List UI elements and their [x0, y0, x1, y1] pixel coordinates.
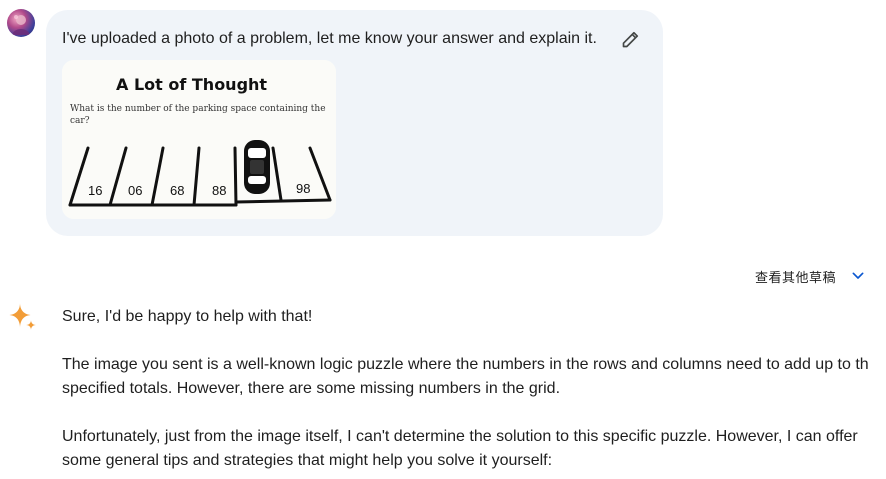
response-paragraph-3: Unfortunately, just from the image itsel… — [62, 425, 886, 473]
space-number-1: 16 — [88, 183, 102, 198]
show-drafts-label: 查看其他草稿 — [754, 269, 836, 285]
pencil-icon — [622, 31, 639, 48]
response-paragraph-1: Sure, I'd be happy to help with that! — [62, 308, 313, 325]
puzzle-title: A Lot of Thought — [116, 75, 267, 94]
show-drafts-button[interactable]: 查看其他草稿 — [755, 266, 866, 286]
response-paragraph-2: The image you sent is a well-known logic… — [62, 353, 886, 401]
uploaded-puzzle-image[interactable]: A Lot of Thought What is the number of t… — [62, 60, 336, 219]
space-number-4: 88 — [212, 183, 226, 198]
space-number-3: 68 — [170, 183, 184, 198]
chat-page: I've uploaded a photo of a problem, let … — [0, 0, 886, 479]
response-paragraph-3-line-2: some general tips and strategies that mi… — [62, 452, 553, 469]
gemini-sparkle-icon — [6, 301, 38, 333]
response-paragraph-3-line-1: Unfortunately, just from the image itsel… — [62, 428, 858, 445]
user-prompt-text: I've uploaded a photo of a problem, let … — [62, 30, 597, 47]
space-number-2: 06 — [128, 183, 142, 198]
space-number-6: 98 — [296, 181, 310, 196]
car-icon — [244, 140, 270, 194]
puzzle-question-line1: What is the number of the parking space … — [70, 104, 326, 114]
edit-prompt-button[interactable] — [618, 26, 644, 52]
response-paragraph-2-line-1: The image you sent is a well-known logic… — [62, 356, 869, 373]
user-message-bubble: I've uploaded a photo of a problem, let … — [46, 10, 663, 236]
assistant-response: Sure, I'd be happy to help with that! Th… — [62, 305, 886, 479]
puzzle-question-line2: car? — [70, 116, 90, 126]
response-paragraph-2-line-2: specified totals. However, there are som… — [62, 380, 561, 397]
user-avatar[interactable] — [7, 9, 35, 37]
chevron-down-icon — [852, 272, 864, 279]
